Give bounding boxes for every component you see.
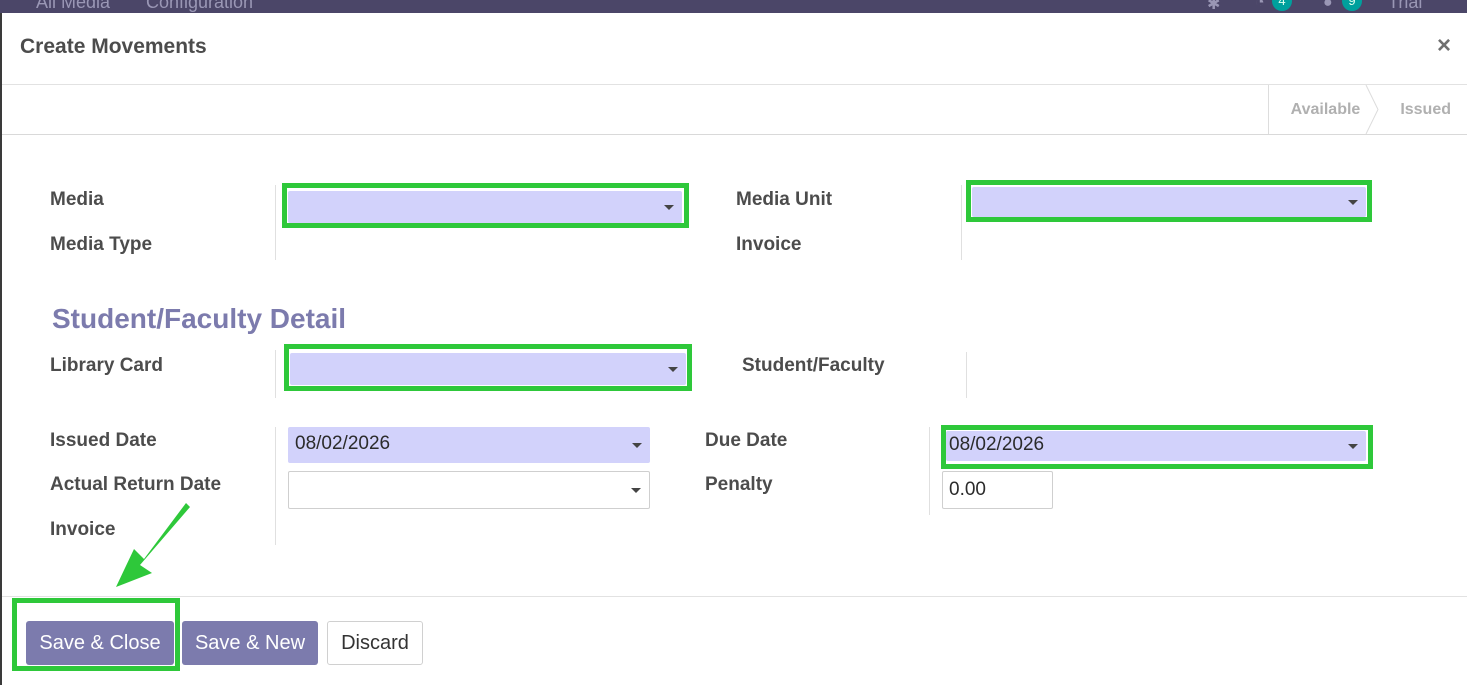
status-issued-label: Issued	[1400, 101, 1451, 118]
footer-divider	[2, 596, 1467, 597]
create-movements-dialog: Create Movements × Available Issued Medi…	[2, 13, 1467, 685]
status-issued[interactable]: Issued	[1378, 85, 1467, 134]
divider	[961, 185, 962, 260]
chevron-down-icon	[631, 488, 641, 493]
nav-item-all-media[interactable]: All Media	[36, 0, 110, 13]
media-unit-select[interactable]	[972, 187, 1366, 217]
divider	[929, 427, 930, 515]
student-faculty-label: Student/Faculty	[742, 355, 885, 376]
chevron-down-icon	[668, 367, 678, 372]
divider	[275, 185, 276, 260]
due-date-field[interactable]: 08/02/2026	[946, 431, 1366, 461]
actual-return-date-label: Actual Return Date	[50, 474, 222, 495]
bug-icon[interactable]: ✱	[1207, 0, 1227, 13]
due-date-value: 08/02/2026	[949, 434, 1045, 455]
issued-date-value: 08/02/2026	[295, 433, 391, 454]
activity-badge: 4	[1272, 0, 1292, 11]
messages-badge: 9	[1342, 0, 1362, 11]
status-steps: Available Issued	[1267, 85, 1467, 134]
chevron-down-icon	[1348, 444, 1358, 449]
modal-title: Create Movements	[20, 35, 207, 58]
issued-date-field[interactable]: 08/02/2026	[288, 427, 650, 463]
library-card-label: Library Card	[50, 355, 163, 376]
chevron-down-icon	[1348, 200, 1358, 205]
penalty-label: Penalty	[705, 474, 773, 495]
actual-return-date-field[interactable]	[288, 471, 650, 509]
save-new-button[interactable]: Save & New	[182, 621, 318, 665]
penalty-value: 0.00	[949, 479, 986, 500]
status-separator-icon	[1365, 85, 1379, 134]
chat-icon[interactable]: ●	[1323, 0, 1343, 12]
divider	[275, 350, 276, 398]
nav-item-configuration[interactable]: Configuration	[146, 0, 253, 13]
arrow-annotation-icon	[116, 503, 190, 587]
status-available-label: Available	[1290, 101, 1361, 118]
section-title: Student/Faculty Detail	[52, 303, 347, 334]
discard-button[interactable]: Discard	[327, 621, 423, 665]
statusbar: Available Issued	[2, 85, 1467, 135]
top-navbar: All Media Configuration ✱ ◔ 4 ● 9 Trial	[0, 0, 1467, 13]
chevron-down-icon	[632, 443, 642, 448]
modal-header: Create Movements ×	[2, 13, 1467, 85]
divider	[966, 352, 967, 398]
media-unit-label: Media Unit	[736, 189, 833, 210]
media-label: Media	[50, 189, 104, 210]
library-card-select[interactable]	[290, 353, 686, 385]
status-available[interactable]: Available	[1269, 85, 1379, 134]
penalty-input[interactable]: 0.00	[942, 471, 1053, 509]
invoice-label: Invoice	[736, 234, 802, 255]
issued-date-label: Issued Date	[50, 430, 157, 451]
due-date-label: Due Date	[705, 430, 788, 451]
close-icon[interactable]: ×	[1437, 32, 1451, 60]
media-type-label: Media Type	[50, 234, 153, 255]
user-menu[interactable]: Trial	[1388, 0, 1422, 13]
save-close-button[interactable]: Save & Close	[26, 621, 174, 665]
chevron-down-icon	[664, 205, 674, 210]
divider	[275, 427, 276, 545]
media-select[interactable]	[288, 191, 682, 223]
